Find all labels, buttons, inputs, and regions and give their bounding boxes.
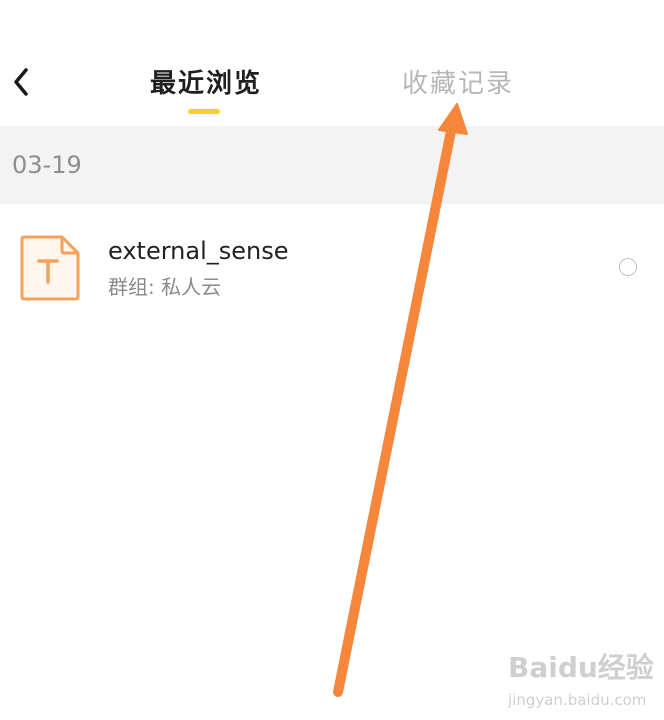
watermark-brand: Baidu经验 (508, 651, 654, 684)
watermark-url: jingyan.baidu.com (508, 691, 647, 709)
baidu-jingyan-watermark: Baidu经验 jingyan.baidu.com (508, 648, 658, 714)
annotation-arrow-icon (333, 103, 468, 697)
